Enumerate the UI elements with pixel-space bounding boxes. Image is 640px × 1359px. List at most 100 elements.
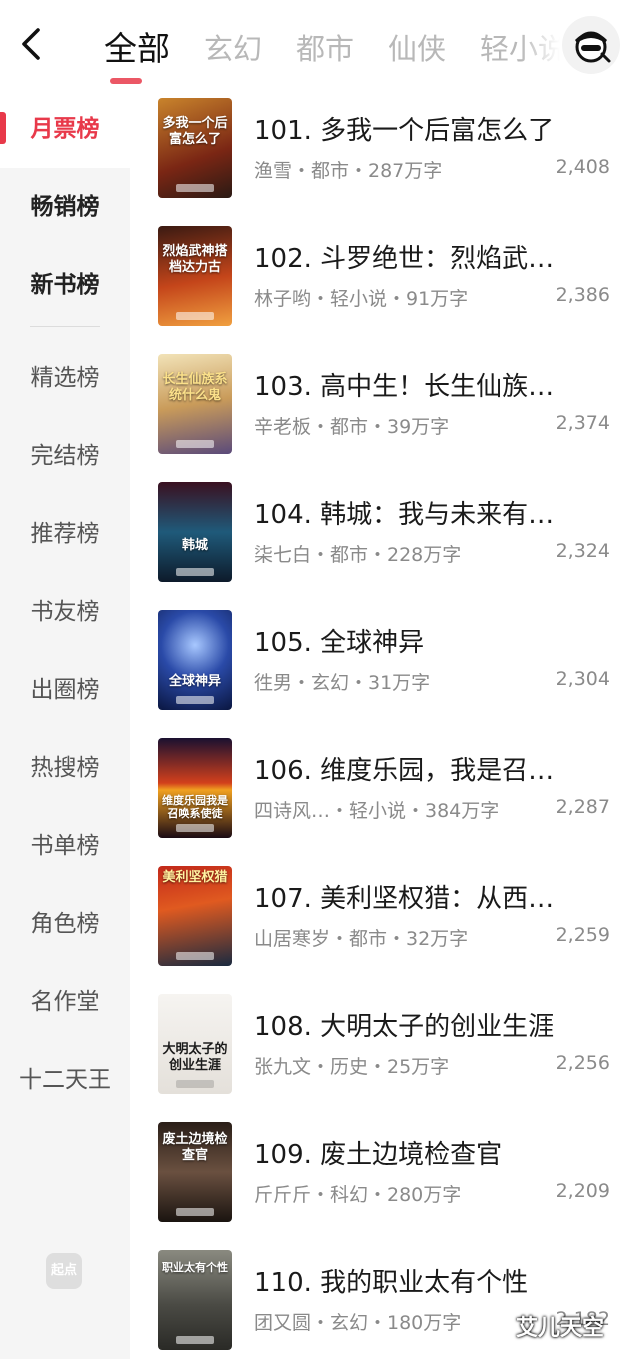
sidebar-item-label: 月票榜 [30, 116, 100, 142]
sidebar-divider [30, 326, 100, 327]
list-item[interactable]: 长生仙族系统什么鬼 103. 高中生！长生仙族… 辛老板・都市・39万字 2,3… [130, 346, 640, 474]
list-item[interactable]: 废土边境检查官 109. 废土边境检查官 斤斤斤・科幻・280万字 2,209 [130, 1114, 640, 1242]
cover-publisher-tag [176, 696, 214, 704]
book-meta: 张九文・历史・25万字 [254, 1056, 450, 1078]
monthly-ticket-count: 2,287 [555, 796, 610, 818]
sidebar-item-recommended[interactable]: 推荐榜 [0, 495, 130, 573]
monthly-ticket-count: 2,408 [555, 156, 610, 178]
monthly-ticket-count: 2,209 [555, 1180, 610, 1202]
book-title: 103. 高中生！长生仙族… [254, 372, 555, 402]
book-meta: 斤斤斤・科幻・280万字 [254, 1184, 462, 1206]
cover-title: 职业太有个性 [162, 1261, 228, 1274]
book-cover: 美利坚权猎 [158, 866, 232, 966]
monthly-ticket-count: 2,304 [555, 668, 610, 690]
book-title: 110. 我的职业太有个性 [254, 1268, 529, 1298]
list-item[interactable]: 全球神异 105. 全球神异 徃男・玄幻・31万字 2,304 [130, 602, 640, 730]
book-cover: 韩城 [158, 482, 232, 582]
ranking-list: 多我一个后富怎么了 101. 多我一个后富怎么了 渔雪・都市・287万字 2,4… [130, 90, 640, 1359]
book-cover: 职业太有个性 [158, 1250, 232, 1350]
sidebar-item-selected[interactable]: 精选榜 [0, 339, 130, 417]
back-arrow-icon [22, 28, 40, 60]
book-meta: 四诗风…・轻小说・384万字 [254, 800, 500, 822]
ranking-sidebar: 月票榜 畅销榜 新书榜 精选榜 完结榜 推荐榜 书友榜 出圈榜 热搜榜 书单榜 … [0, 90, 130, 1359]
watermark: 艾儿天空 [516, 1316, 605, 1341]
tab-label: 全部 [104, 29, 170, 68]
cover-publisher-tag [176, 952, 214, 960]
list-item[interactable]: 大明太子的创业生涯 108. 大明太子的创业生涯 张九文・历史・25万字 2,2… [130, 986, 640, 1114]
sidebar-item-new-books[interactable]: 新书榜 [0, 246, 130, 324]
sidebar-item-monthly-ticket[interactable]: 月票榜 [0, 90, 130, 168]
monthly-ticket-count: 2,386 [555, 284, 610, 306]
sidebar-item-completed[interactable]: 完结榜 [0, 417, 130, 495]
book-cover: 多我一个后富怎么了 [158, 98, 232, 198]
user-avatar[interactable] [562, 16, 620, 74]
monthly-ticket-count: 2,259 [555, 924, 610, 946]
cover-title: 多我一个后富怎么了 [162, 116, 228, 147]
book-meta: 辛老板・都市・39万字 [254, 416, 450, 438]
list-item[interactable]: 美利坚权猎 107. 美利坚权猎：从西… 山居寒岁・都市・32万字 2,259 [130, 858, 640, 986]
book-cover: 废土边境检查官 [158, 1122, 232, 1222]
cover-title: 长生仙族系统什么鬼 [162, 372, 228, 403]
tab-dushi[interactable]: 都市 [296, 26, 354, 68]
list-item[interactable]: 韩城 104. 韩城：我与未来有… 柒七白・都市・228万字 2,324 [130, 474, 640, 602]
book-title: 104. 韩城：我与未来有… [254, 500, 555, 530]
cover-title: 维度乐园我是召唤系使徒 [162, 794, 228, 820]
sidebar-item-bestseller[interactable]: 畅销榜 [0, 168, 130, 246]
list-item[interactable]: 维度乐园我是召唤系使徒 106. 维度乐园，我是召… 四诗风…・轻小说・384万… [130, 730, 640, 858]
list-item[interactable]: 烈焰武神搭档达力古 102. 斗罗绝世：烈焰武… 林子哟・轻小说・91万字 2,… [130, 218, 640, 346]
monthly-ticket-count: 2,256 [555, 1052, 610, 1074]
book-title: 107. 美利坚权猎：从西… [254, 884, 555, 914]
book-cover: 全球神异 [158, 610, 232, 710]
book-meta: 山居寒岁・都市・32万字 [254, 928, 469, 950]
category-tabs: 全部 玄幻 都市 仙侠 轻小说 [100, 0, 560, 90]
book-cover: 烈焰武神搭档达力古 [158, 226, 232, 326]
monthly-ticket-count: 2,324 [555, 540, 610, 562]
cover-title: 韩城 [181, 538, 208, 553]
cover-publisher-tag [176, 568, 214, 576]
sidebar-item-characters[interactable]: 角色榜 [0, 885, 130, 963]
book-title: 102. 斗罗绝世：烈焰武… [254, 244, 555, 274]
cover-publisher-tag [176, 184, 214, 192]
cover-title: 废土边境检查官 [162, 1132, 228, 1163]
book-title: 108. 大明太子的创业生涯 [254, 1012, 555, 1042]
sidebar-item-breakout[interactable]: 出圈榜 [0, 651, 130, 729]
sidebar-active-indicator [0, 112, 6, 144]
list-item[interactable]: 多我一个后富怎么了 101. 多我一个后富怎么了 渔雪・都市・287万字 2,4… [130, 90, 640, 218]
book-cover: 长生仙族系统什么鬼 [158, 354, 232, 454]
book-meta: 渔雪・都市・287万字 [254, 160, 443, 182]
sidebar-item-trending-search[interactable]: 热搜榜 [0, 729, 130, 807]
book-cover: 维度乐园我是召唤系使徒 [158, 738, 232, 838]
book-title: 105. 全球神异 [254, 628, 425, 658]
book-meta: 徃男・玄幻・31万字 [254, 672, 431, 694]
cover-publisher-tag [176, 1336, 214, 1344]
book-title: 106. 维度乐园，我是召… [254, 756, 555, 786]
sidebar-item-booklist[interactable]: 书单榜 [0, 807, 130, 885]
avatar-icon [575, 31, 611, 63]
cover-publisher-tag [176, 1208, 214, 1216]
book-meta: 团又圆・玄幻・180万字 [254, 1312, 462, 1334]
cover-title: 美利坚权猎 [162, 870, 228, 885]
tab-all[interactable]: 全部 [104, 22, 170, 84]
cover-publisher-tag [176, 824, 214, 832]
book-meta: 柒七白・都市・228万字 [254, 544, 462, 566]
cover-title: 全球神异 [168, 674, 221, 689]
sidebar-item-reader-fans[interactable]: 书友榜 [0, 573, 130, 651]
cover-publisher-tag [176, 1080, 214, 1088]
book-cover: 大明太子的创业生涯 [158, 994, 232, 1094]
book-meta: 林子哟・轻小说・91万字 [254, 288, 469, 310]
back-button[interactable] [14, 24, 50, 64]
tabs-fade [520, 0, 560, 90]
active-tab-indicator [110, 78, 142, 84]
cover-title: 烈焰武神搭档达力古 [162, 244, 228, 275]
sidebar-item-twelve-kings[interactable]: 十二天王 [0, 1041, 130, 1119]
tab-xuanhuan[interactable]: 玄幻 [204, 26, 262, 68]
sidebar-item-hall-of-fame[interactable]: 名作堂 [0, 963, 130, 1041]
cover-publisher-tag [176, 440, 214, 448]
top-bar: 全部 玄幻 都市 仙侠 轻小说 [0, 0, 640, 90]
qidian-logo: 起点 [46, 1253, 82, 1289]
book-title: 101. 多我一个后富怎么了 [254, 116, 555, 146]
cover-title: 大明太子的创业生涯 [162, 1042, 228, 1073]
tab-xianxia[interactable]: 仙侠 [388, 26, 446, 68]
book-title: 109. 废土边境检查官 [254, 1140, 503, 1170]
monthly-ticket-count: 2,374 [555, 412, 610, 434]
